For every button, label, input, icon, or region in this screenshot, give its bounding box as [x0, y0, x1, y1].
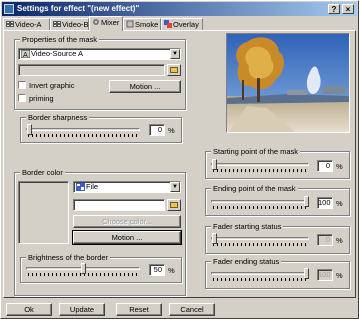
- folder-icon: [170, 67, 178, 73]
- ending-point-slider[interactable]: [211, 196, 309, 210]
- slider-track: [211, 272, 309, 275]
- slider-track: [26, 128, 140, 131]
- border-color-source-select[interactable]: File ▼: [73, 181, 181, 193]
- tab-label: Overlay: [173, 20, 199, 29]
- priming-checkbox[interactable]: priming: [18, 94, 54, 103]
- slider-thumb[interactable]: [27, 124, 32, 135]
- slider-ticks: [213, 243, 307, 246]
- settings-window: Settings for effect "(new effect)" ? × V…: [0, 0, 359, 319]
- slider-ticks: [213, 169, 307, 172]
- border-color-motion-button[interactable]: Motion ...: [72, 230, 182, 245]
- group-label: Starting point of the mask: [211, 147, 301, 156]
- film-icon: [53, 20, 61, 28]
- tab-label: Mixer: [101, 18, 120, 27]
- mask-browse-button[interactable]: [167, 64, 181, 76]
- title-bar[interactable]: Settings for effect "(new effect)" ? ×: [2, 2, 357, 16]
- border-color-path-field[interactable]: [73, 199, 165, 211]
- group-label: Brightness of the border: [26, 253, 111, 262]
- preview-image: [226, 33, 350, 133]
- ok-button[interactable]: Ok: [6, 303, 52, 316]
- border-color-browse-button[interactable]: [167, 199, 181, 211]
- slider-track: [211, 163, 309, 166]
- slider-thumb[interactable]: [212, 159, 217, 170]
- gear-icon: [92, 18, 100, 26]
- overlay-icon: [164, 20, 172, 28]
- source-icon: A: [20, 49, 31, 59]
- fader-end-slider[interactable]: [211, 268, 309, 282]
- smoke-icon: [126, 20, 134, 28]
- cancel-button[interactable]: Cancel: [169, 303, 215, 316]
- app-icon: [4, 4, 14, 14]
- file-icon: [76, 183, 85, 191]
- mask-path-field[interactable]: [18, 64, 165, 76]
- choose-color-button[interactable]: Choose color...: [73, 215, 181, 228]
- slider-thumb[interactable]: [212, 233, 217, 244]
- mask-source-value: Video-Source A: [31, 49, 83, 58]
- tab-mixer[interactable]: Mixer: [89, 16, 123, 31]
- mask-source-select[interactable]: A Video-Source A ▼: [18, 48, 181, 60]
- slider-track: [211, 237, 309, 240]
- slider-ticks: [213, 206, 307, 209]
- invert-graphic-checkbox[interactable]: Invert graphic: [18, 81, 74, 90]
- priming-label: priming: [29, 94, 54, 103]
- percent-label: %: [336, 236, 343, 245]
- brightness-slider[interactable]: [26, 263, 140, 277]
- invert-graphic-label: Invert graphic: [29, 81, 75, 90]
- svg-text:A: A: [23, 51, 28, 58]
- starting-point-input[interactable]: 0: [317, 160, 333, 172]
- window-title: Settings for effect "(new effect)": [17, 4, 140, 13]
- reset-button[interactable]: Reset: [116, 303, 162, 316]
- tab-label: Smoke: [135, 20, 159, 29]
- slider-thumb[interactable]: [81, 263, 86, 274]
- close-button[interactable]: ×: [342, 4, 354, 14]
- slider-ticks: [28, 134, 138, 137]
- ending-point-input[interactable]: 100: [317, 197, 333, 209]
- update-button[interactable]: Update: [59, 303, 105, 316]
- group-label: Border sharpness: [26, 113, 90, 122]
- slider-track: [211, 200, 309, 203]
- group-label: Properties of the mask: [20, 35, 100, 44]
- border-color-source-value: File: [86, 182, 99, 191]
- group-label: Ending point of the mask: [211, 184, 298, 193]
- group-label: Fader ending status: [211, 257, 282, 266]
- percent-label: %: [336, 199, 343, 208]
- chevron-down-icon[interactable]: ▼: [170, 182, 180, 192]
- fader-start-input[interactable]: 0: [317, 234, 333, 246]
- slider-ticks: [213, 278, 307, 281]
- mask-motion-button[interactable]: Motion ...: [109, 80, 181, 93]
- fader-start-slider[interactable]: [211, 233, 309, 247]
- tab-label: Video-B: [62, 20, 89, 29]
- folder-icon: [170, 202, 178, 208]
- help-button[interactable]: ?: [328, 4, 340, 14]
- border-sharpness-input[interactable]: 0: [149, 124, 165, 136]
- border-color-swatch[interactable]: [18, 181, 69, 244]
- percent-label: %: [336, 271, 343, 280]
- percent-label: %: [168, 266, 175, 275]
- film-icon: [6, 20, 14, 28]
- group-label: Border color: [20, 168, 65, 177]
- tab-label: Video-A: [15, 20, 42, 29]
- brightness-input[interactable]: 50: [149, 264, 165, 276]
- starting-point-slider[interactable]: [211, 159, 309, 173]
- border-sharpness-slider[interactable]: [26, 124, 140, 138]
- slider-thumb[interactable]: [304, 196, 309, 207]
- group-label: Fader starting status: [211, 222, 284, 231]
- percent-label: %: [336, 162, 343, 171]
- fader-end-input[interactable]: 100: [317, 269, 333, 281]
- percent-label: %: [168, 126, 175, 135]
- slider-thumb[interactable]: [304, 268, 309, 279]
- chevron-down-icon[interactable]: ▼: [170, 49, 180, 59]
- checkbox-box[interactable]: [18, 94, 26, 102]
- checkbox-box[interactable]: [18, 81, 26, 89]
